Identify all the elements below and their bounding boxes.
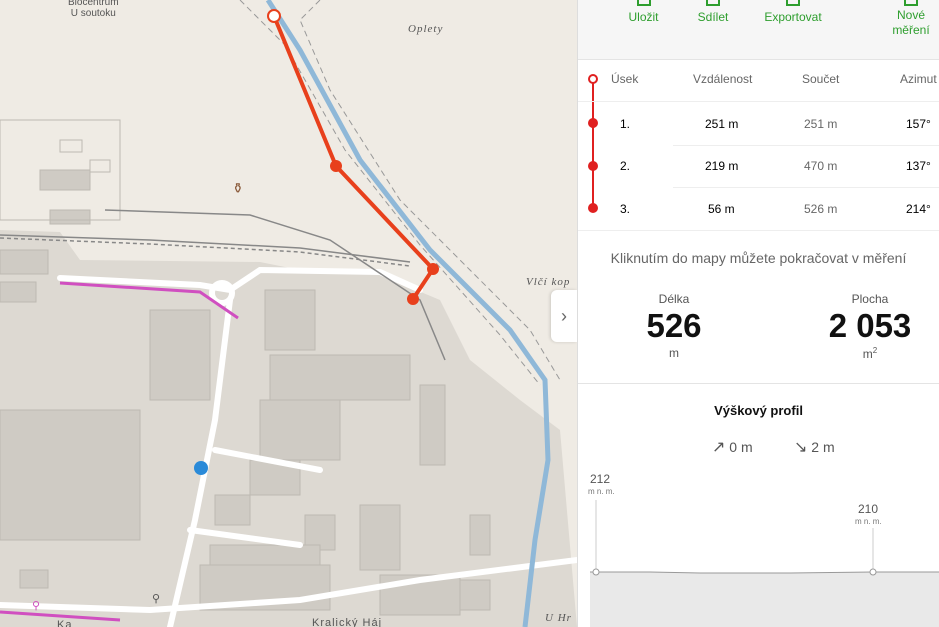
measure-panel: Uložit Sdílet Exportovat Nové měření Úse… <box>577 0 939 627</box>
header-segment: Úsek <box>611 72 639 86</box>
length-label: Délka <box>658 292 690 306</box>
route-point[interactable] <box>330 160 342 172</box>
map-label-uhr: U Hr <box>545 612 572 624</box>
plus-circle-icon <box>904 0 918 6</box>
map-label-ka: Ka <box>57 619 73 627</box>
header-azimuth: Azimut <box>900 72 937 86</box>
poi-label-line1: Biocentrum <box>68 0 119 8</box>
segment-track <box>592 79 594 209</box>
length-value: 526 <box>646 307 702 344</box>
segment-distance: 219 m <box>705 159 739 173</box>
profile-title: Výškový profil <box>714 403 803 418</box>
segment-azimuth: 137° <box>906 159 931 173</box>
elevation-profile-chart[interactable] <box>590 498 939 627</box>
segment-distance: 251 m <box>705 117 739 131</box>
map-label-oplety: Oplety <box>408 23 444 35</box>
toolbar: Uložit Sdílet Exportovat Nové měření <box>578 0 939 60</box>
chevron-right-icon: › <box>561 306 567 326</box>
segment-marker <box>588 203 598 213</box>
segment-distance: 56 m <box>708 202 735 216</box>
new-label-line2: měření <box>892 23 930 37</box>
new-label-line1: Nové <box>896 8 925 22</box>
segment-marker <box>588 161 598 171</box>
route-start-point[interactable] <box>267 9 281 23</box>
poi-label-line2: U soutoku <box>70 8 116 19</box>
poi-biocentrum[interactable]: Biocentrum U soutoku <box>68 0 119 19</box>
map-canvas[interactable]: ⚱ ⚲ ⚲ Biocentrum U soutoku Oplety Vlčí k… <box>0 0 577 627</box>
route-point[interactable] <box>427 263 439 275</box>
map-label-kralicky: Kralický Háj <box>312 617 383 627</box>
antenna-icon: ⚲ <box>152 593 160 605</box>
new-measurement-button[interactable]: Nové měření <box>886 0 936 38</box>
segment-sum: 470 m <box>804 159 838 173</box>
arrow-down-right-icon: ↘ <box>794 439 808 456</box>
share-label: Sdílet <box>697 10 729 24</box>
export-icon <box>786 0 800 6</box>
arrow-up-right-icon: ↗ <box>712 439 726 456</box>
ascent-value: 0 m <box>729 439 753 455</box>
area-unit-exponent: 2 <box>872 346 878 355</box>
profile-max-unit: m n. m. <box>588 487 615 496</box>
star-icon <box>636 0 651 6</box>
share-icon <box>706 0 720 6</box>
descent-value: 2 m <box>811 439 835 455</box>
header-sum: Součet <box>802 72 840 86</box>
share-button[interactable]: Sdílet <box>688 0 738 24</box>
descent-stat: ↘ 2 m <box>794 437 835 457</box>
segment-azimuth: 214° <box>906 202 931 216</box>
export-label: Exportovat <box>764 10 822 24</box>
collapse-panel-button[interactable]: › <box>551 290 577 342</box>
industry-icon: ⚱ <box>232 180 244 196</box>
segment-sum: 526 m <box>804 202 838 216</box>
length-stat: Délka 526 m <box>624 292 724 360</box>
bus-stop-icon[interactable] <box>194 461 208 475</box>
area-stat: Plocha 2 053 m2 <box>810 292 930 361</box>
save-label: Uložit <box>628 10 659 24</box>
area-label: Plocha <box>851 292 889 306</box>
segment-sum: 251 m <box>804 117 838 131</box>
bicycle-icon: ⚲ <box>32 600 40 612</box>
length-unit: m <box>669 346 679 360</box>
area-unit: m <box>862 347 873 361</box>
continue-hint: Kliknutím do mapy můžete pokračovat v mě… <box>610 250 907 266</box>
header-distance: Vzdálenost <box>693 72 753 86</box>
map-svg[interactable]: ⚱ ⚲ ⚲ <box>0 0 577 627</box>
segment-number: 3. <box>620 202 631 216</box>
segment-number: 1. <box>620 117 631 131</box>
segment-number: 2. <box>620 159 631 173</box>
segment-azimuth: 157° <box>906 117 931 131</box>
ascent-stat: ↗ 0 m <box>712 437 753 457</box>
area-value: 2 053 <box>828 307 912 344</box>
export-button[interactable]: Exportovat <box>758 0 828 24</box>
map-label-vlci: Vlčí kop <box>526 276 571 288</box>
segment-marker <box>588 118 598 128</box>
save-button[interactable]: Uložit <box>616 0 671 24</box>
profile-max-label: 212 <box>590 472 611 486</box>
route-point[interactable] <box>407 293 419 305</box>
start-marker <box>588 74 598 84</box>
